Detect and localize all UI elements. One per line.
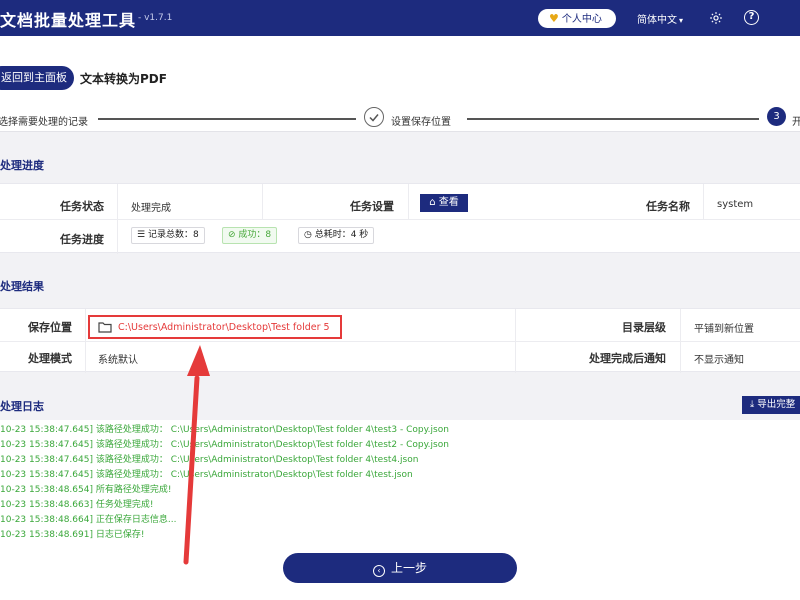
- step-3-label: 开: [792, 117, 800, 128]
- step-3-number: 3: [767, 107, 786, 126]
- title-bar: 文档批量处理工具 - v1.7.1 ♥ 个人中心 简体中文 ▾ ?: [0, 0, 800, 36]
- user-center-button[interactable]: ♥ 个人中心: [538, 9, 616, 28]
- page-title: 文本转换为PDF: [80, 72, 167, 86]
- divider: [703, 184, 704, 219]
- task-header: 返回到主面板 文本转换为PDF 选择需要处理的记录 设置保存位置 3 开: [0, 36, 800, 132]
- task-status-value: 处理完成: [131, 203, 171, 214]
- result-section-title: 处理结果: [0, 280, 44, 293]
- heart-icon: ♥: [549, 12, 559, 25]
- view-button-label: 查看: [438, 197, 459, 208]
- clock-icon: ◷: [304, 230, 315, 240]
- save-location-path: C:\Users\Administrator\Desktop\Test fold…: [118, 322, 330, 333]
- folder-icon: [98, 322, 112, 333]
- divider: [117, 184, 118, 254]
- save-location-link[interactable]: C:\Users\Administrator\Desktop\Test fold…: [88, 315, 342, 339]
- log-line: 10-23 15:38:48.663] 任务处理完成!: [0, 500, 154, 510]
- task-name-label: 任务名称: [646, 200, 690, 213]
- task-progress-label: 任务进度: [60, 233, 104, 246]
- success-text: 成功：8: [238, 230, 272, 240]
- log-line: 10-23 15:38:48.664] 正在保存日志信息...: [0, 515, 177, 525]
- notify-label: 处理完成后通知: [589, 352, 666, 365]
- back-to-main-button[interactable]: 返回到主面板: [0, 66, 74, 90]
- app-title: 文档批量处理工具: [0, 11, 137, 30]
- step-connector: [98, 118, 356, 120]
- notify-value: 不显示通知: [694, 355, 744, 366]
- log-line: 10-23 15:38:47.645] 该路径处理成功： C:\Users\Ad…: [0, 440, 449, 450]
- task-name-value: system: [717, 199, 754, 210]
- divider: [680, 309, 681, 373]
- log-line: 10-23 15:38:47.645] 该路径处理成功： C:\Users\Ad…: [0, 425, 449, 435]
- log-line: 10-23 15:38:48.691] 日志已保存!: [0, 530, 145, 540]
- task-status-label: 任务状态: [60, 200, 104, 213]
- check-icon: [364, 107, 384, 127]
- user-center-label: 个人中心: [561, 14, 602, 25]
- task-settings-label: 任务设置: [350, 200, 394, 213]
- elapsed-time-chip: ◷ 总耗时：4 秒: [298, 227, 375, 244]
- divider: [85, 309, 86, 373]
- help-icon[interactable]: ?: [744, 10, 759, 25]
- gear-icon[interactable]: [709, 11, 723, 25]
- previous-step-button[interactable]: ‹ 上一步: [283, 553, 517, 583]
- check-circle-icon: ⊘: [228, 230, 239, 240]
- dir-level-value: 平铺到新位置: [694, 324, 754, 335]
- view-settings-button[interactable]: ⌂ 查看: [420, 194, 468, 212]
- log-section-title: 处理日志: [0, 400, 44, 413]
- divider: [262, 184, 263, 219]
- chevron-down-icon: ▾: [679, 16, 684, 25]
- language-select[interactable]: 简体中文 ▾: [637, 11, 683, 26]
- step-2-label: 设置保存位置: [391, 117, 451, 128]
- divider: [408, 184, 409, 219]
- app-version: - v1.7.1: [138, 13, 173, 23]
- view-icon: ⌂: [429, 197, 439, 208]
- log-line: 10-23 15:38:47.645] 该路径处理成功： C:\Users\Ad…: [0, 470, 413, 480]
- divider: [0, 219, 800, 220]
- arrow-left-icon: ‹: [372, 565, 385, 577]
- progress-panel: 任务状态 处理完成 任务设置 ⌂ 查看 任务名称 system 任务进度 ☰ 记…: [0, 183, 800, 254]
- step-1-label: 选择需要处理的记录: [0, 117, 88, 128]
- list-icon: ☰: [137, 230, 148, 240]
- mode-value: 系统默认: [98, 355, 138, 366]
- save-location-label: 保存位置: [28, 321, 72, 334]
- divider: [515, 309, 516, 373]
- mode-label: 处理模式: [28, 352, 72, 365]
- step-connector: [467, 118, 759, 120]
- log-line: 10-23 15:38:48.654] 所有路径处理完成!: [0, 485, 172, 495]
- log-line: 10-23 15:38:47.645] 该路径处理成功： C:\Users\Ad…: [0, 455, 419, 465]
- progress-section-title: 处理进度: [0, 159, 44, 172]
- elapsed-time-text: 总耗时：4 秒: [314, 230, 369, 240]
- dir-level-label: 目录层级: [622, 321, 666, 334]
- total-records-text: 记录总数：8: [147, 230, 199, 240]
- result-panel: 保存位置 C:\Users\Administrator\Desktop\Test…: [0, 308, 800, 373]
- total-records-chip: ☰ 记录总数：8: [131, 227, 205, 244]
- export-log-button[interactable]: ⤓ 导出完整: [742, 396, 800, 414]
- export-button-label: 导出完整: [757, 399, 796, 410]
- success-chip: ⊘ 成功：8: [222, 227, 278, 244]
- language-label: 简体中文: [637, 15, 677, 26]
- previous-step-label: 上一步: [390, 561, 427, 575]
